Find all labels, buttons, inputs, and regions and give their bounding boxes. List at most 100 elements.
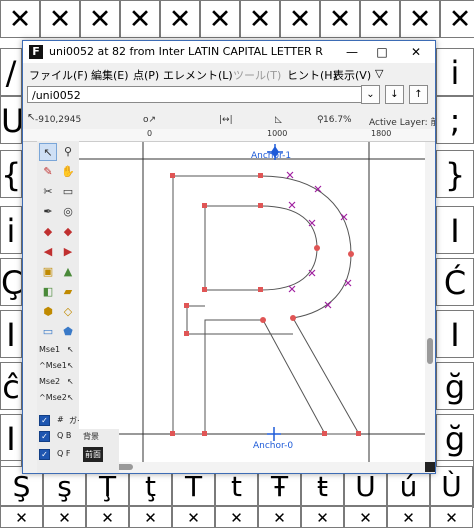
prev-glyph-button[interactable]: ↑ [409,85,428,104]
glyph-cell[interactable]: Ć [436,258,474,306]
glyph-cell[interactable]: ğ [436,414,474,462]
close-button[interactable]: ✕ [401,41,431,63]
glyph-cell[interactable]: ✕ [215,506,258,528]
3d-rotate-tool-icon[interactable]: ⬢ [39,303,57,321]
maximize-button[interactable]: □ [367,41,397,63]
vertical-scrollbar[interactable] [425,142,435,464]
glyph-cell[interactable]: Ç [0,258,22,306]
glyph-cell[interactable]: / [0,48,22,96]
point-icon: o↗ [143,115,157,125]
next-glyph-button[interactable]: ↓ [385,85,404,104]
ruler-tool-icon[interactable]: ▭ [59,183,77,201]
glyph-cell[interactable]: ✕ [0,506,43,528]
corner-point-tool-icon[interactable]: ◀ [39,243,57,261]
glyph-cell[interactable]: ✕ [387,506,430,528]
layer-row-background[interactable]: ✓ Q B 背景 [39,429,111,445]
glyph-cell[interactable]: i [436,48,474,96]
menu-file[interactable]: ファイル(F) [29,67,88,83]
glyph-char: ✕ [359,509,372,527]
menu-hints[interactable]: ヒント(H) [287,67,337,83]
glyph-cell[interactable]: ✕ [258,506,301,528]
glyph-inner-contour [204,205,318,291]
glyph-cell[interactable]: ✕ [400,0,440,38]
flip-tool-icon[interactable]: ◧ [39,283,57,301]
glyph-char: ✕ [168,4,192,35]
tangent-point-tool-icon[interactable]: ▶ [59,243,77,261]
menu-overflow-icon[interactable]: ▽ [375,67,383,80]
minimize-button[interactable]: — [337,41,367,63]
horizontal-scrollbar[interactable] [79,462,425,472]
pen-tool-icon[interactable]: ✒ [39,203,57,221]
glyph-cell[interactable]: ✕ [129,506,172,528]
glyph-cell[interactable]: ✕ [43,506,86,528]
glyph-cell[interactable]: } [436,150,474,198]
glyph-window: F uni0052 at 82 from Inter LATIN CAPITAL… [22,40,436,474]
glyph-cell[interactable]: ✕ [80,0,120,38]
glyph-cell[interactable]: I [436,310,474,358]
glyph-cell[interactable]: I [0,310,22,358]
resize-grip-icon[interactable] [425,462,435,472]
layer-visible-checkbox[interactable]: ✓ [39,415,50,426]
layer-visible-checkbox[interactable]: ✓ [39,449,50,460]
title-bar[interactable]: F uni0052 at 82 from Inter LATIN CAPITAL… [23,41,435,63]
freehand-tool-icon[interactable]: ✎ [39,163,57,181]
knife-tool-icon[interactable]: ✂ [39,183,57,201]
glyph-cell[interactable]: i [0,206,22,254]
dropdown-icon[interactable]: ⌄ [361,85,380,104]
vertical-scroll-thumb[interactable] [427,338,433,364]
menu-element[interactable]: エレメント(L) [163,67,233,83]
glyph-cell[interactable]: ✕ [172,506,215,528]
glyph-cell[interactable]: I [436,206,474,254]
glyph-cell[interactable]: ✕ [301,506,344,528]
hvcurve-point-tool-icon[interactable]: ◆ [59,223,77,241]
layer-row-foreground[interactable]: ✓ Q F 前面 [39,447,111,463]
mouse2-label: Mse2 [39,377,61,386]
glyph-cell[interactable]: ✕ [200,0,240,38]
rectangle-tool-icon[interactable]: ▭ [39,323,57,341]
glyph-cell[interactable]: ✕ [280,0,320,38]
glyph-cell[interactable]: ğ [436,362,474,410]
glyph-canvas[interactable]: Anchor-1 Anchor-0 [79,142,425,464]
menu-tools[interactable]: ツール(T) [233,67,281,83]
layers-panel: ✓ Q B 背景 ✓ Q F 前面 [37,429,119,473]
glyph-cell[interactable]: ✕ [320,0,360,38]
scroll-tool-icon[interactable]: ✋ [59,163,77,181]
anchor-bottom-label: Anchor-0 [253,441,293,451]
glyph-cell[interactable]: ✕ [160,0,200,38]
glyph-cell[interactable]: ✕ [0,0,40,38]
menu-view[interactable]: 表示(V) [333,67,371,83]
glyph-char: ✕ [448,4,472,35]
glyph-cell[interactable]: ✕ [240,0,280,38]
glyph-cell[interactable]: ✕ [86,506,129,528]
menu-edit[interactable]: 編集(E) [91,67,129,83]
glyph-cell[interactable]: ; [436,96,474,144]
glyph-cell[interactable]: I [0,414,22,462]
glyph-cell[interactable]: ✕ [440,0,474,38]
curve-point-tool-icon[interactable]: ◆ [39,223,57,241]
layer-code: # [57,415,64,424]
perspective-tool-icon[interactable]: ◇ [59,303,77,321]
menu-point[interactable]: 点(P) [133,67,159,83]
layer-code: Q F [57,449,71,458]
glyph-cell[interactable]: U [0,96,22,144]
glyph-name-input[interactable]: /uni0052 [27,86,379,103]
glyph-cell[interactable]: ✕ [40,0,80,38]
scale-tool-icon[interactable]: ▣ [39,263,57,281]
glyph-char: ✕ [15,509,28,527]
glyph-cell[interactable]: ✕ [120,0,160,38]
polygon-tool-icon[interactable]: ⬟ [59,323,77,341]
glyph-cell[interactable]: ✕ [360,0,400,38]
spiro-tool-icon[interactable]: ◎ [59,203,77,221]
window-title: uni0052 at 82 from Inter LATIN CAPITAL L… [49,45,323,58]
glyph-cell[interactable]: Ù [430,466,473,506]
glyph-cell[interactable]: ĉ [0,362,22,410]
layer-visible-checkbox[interactable]: ✓ [39,431,50,442]
glyph-char: ✕ [273,509,286,527]
glyph-cell[interactable]: { [0,150,22,198]
magnify-tool-icon[interactable]: ⚲ [59,143,77,161]
pointer-tool-icon[interactable]: ↖ [39,143,57,161]
glyph-cell[interactable]: ✕ [430,506,473,528]
rotate-tool-icon[interactable]: ▲ [59,263,77,281]
skew-tool-icon[interactable]: ▰ [59,283,77,301]
glyph-cell[interactable]: ✕ [344,506,387,528]
